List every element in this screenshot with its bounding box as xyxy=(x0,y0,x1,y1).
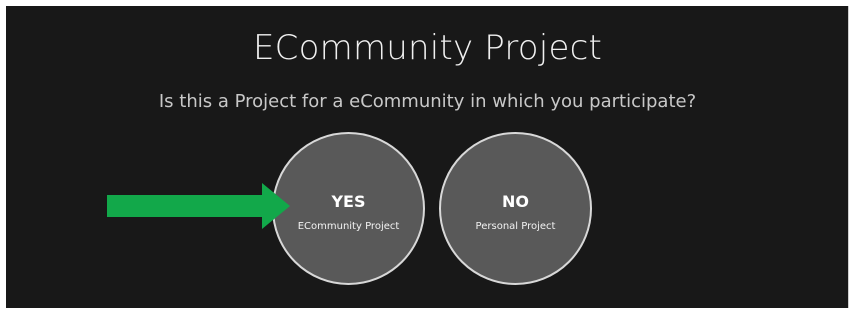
no-button-sublabel: Personal Project xyxy=(475,221,556,232)
question-text: Is this a Project for a eCommunity in wh… xyxy=(158,91,697,112)
yes-button[interactable]: YES ECommunity Project xyxy=(272,132,425,285)
yes-button-label: YES xyxy=(331,192,366,211)
no-button-label: NO xyxy=(502,192,529,211)
page-title: ECommunity Project xyxy=(253,28,602,68)
no-button[interactable]: NO Personal Project xyxy=(439,132,592,285)
arrow-right-icon xyxy=(107,183,290,229)
arrow-shape xyxy=(107,183,290,229)
yes-button-sublabel: ECommunity Project xyxy=(297,221,400,232)
dialog-panel: ECommunity Project Is this a Project for… xyxy=(6,6,849,308)
